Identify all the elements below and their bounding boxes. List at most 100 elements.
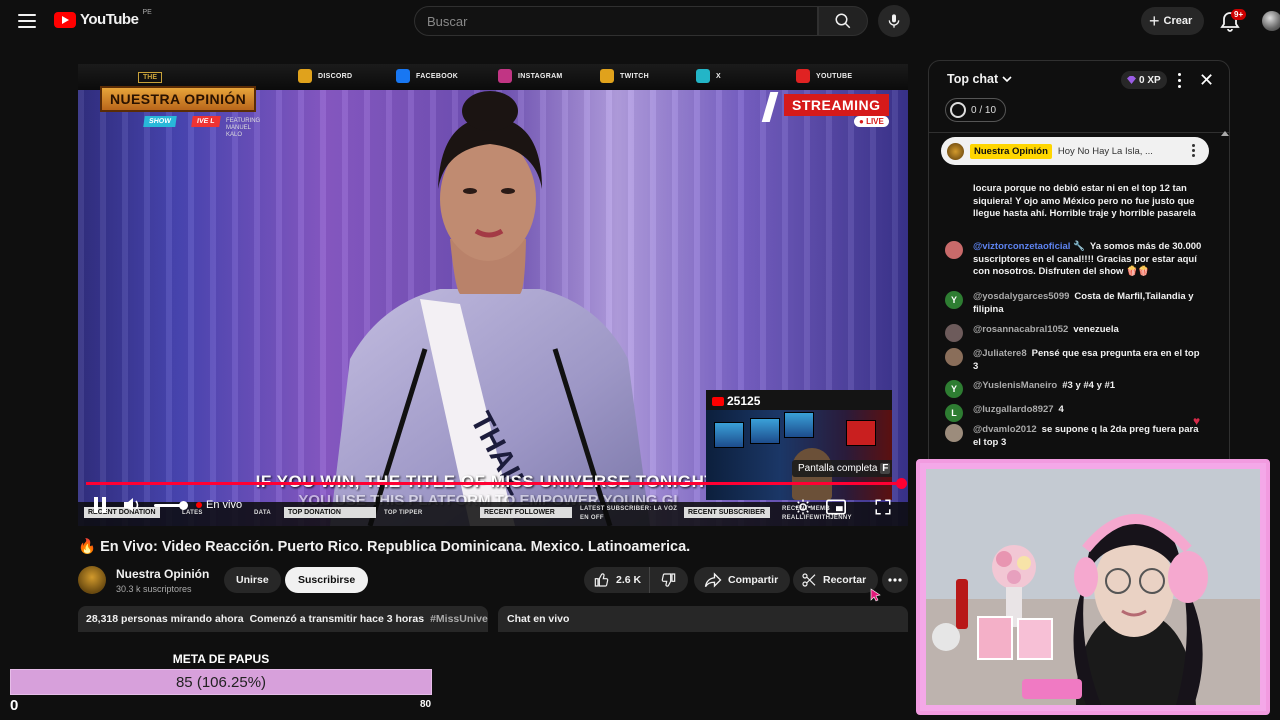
goal-value: 85 (106.25%) [175,673,267,691]
chat-author-name[interactable]: @Juliatere8 [973,348,1027,359]
chat-message[interactable]: L @luzgallardo8927 4 [945,404,1205,422]
hashtag[interactable]: #MissUniverse [430,613,488,625]
chat-author-name[interactable]: @viztorconzetaoficial 🔧 [973,241,1085,252]
chat-message-text: locura porque no debió estar ni en el to… [973,183,1196,219]
goal-progress-bar: 85 (106.25%) [10,669,432,695]
chat-author-name[interactable]: @rosannacabral1052 [973,324,1068,335]
menu-icon[interactable] [16,12,38,30]
scroll-up-icon[interactable] [1221,131,1229,136]
chat-message[interactable]: Y @yosdalygarces5099 Costa de Marfil,Taila… [945,291,1205,316]
show-logo: THE NUESTRA OPINIÓN SHOW IVE L FEATURING… [100,72,260,138]
chat-author-name[interactable]: @dvamlo2012 [973,424,1037,435]
goal-max-label: 80 [420,699,432,710]
player-controls-right [794,498,892,516]
goal-min-label: 0 [10,697,19,714]
miniplayer-icon[interactable] [826,498,846,516]
pinned-avatar [947,142,964,160]
pinned-options-icon[interactable] [1192,144,1195,157]
volume-icon [124,498,139,512]
scissors-icon [802,573,816,587]
chat-options-icon[interactable] [1173,71,1185,89]
x-icon [696,69,710,83]
social-instagram: INSTAGRAM [498,69,563,83]
live-chat-toggle[interactable]: Chat en vivo [498,606,908,632]
xp-badge[interactable]: 0 XP [1121,71,1167,89]
target-icon [950,102,966,118]
twitch-icon [600,69,614,83]
chat-message[interactable]: @viztorconzetaoficial 🔧 Ya somos más de 3… [945,241,1205,279]
share-icon [704,572,722,588]
instagram-icon [498,69,512,83]
chat-header: Top chat 0 XP ✕ 0 / 10 [929,61,1229,133]
logo-text: YouTube [80,11,139,28]
clip-button[interactable]: Recortar [793,567,879,593]
chat-message[interactable]: @rosannacabral1052 venezuela [945,324,1205,342]
share-button[interactable]: Compartir [694,567,791,593]
video-frame-contestant: THAIL [330,91,650,526]
search-box [414,6,818,36]
voice-search-button[interactable] [878,5,910,37]
chat-author-name[interactable]: @yosdalygarces5099 [973,291,1069,302]
streamer-webcam [916,459,1270,715]
live-indicator[interactable]: En vivo [196,499,242,511]
dislike-button[interactable] [650,567,686,593]
search-input[interactable] [427,13,805,29]
join-button[interactable]: Unirse [224,567,281,593]
social-youtube: YOUTUBE [796,69,852,83]
chevron-down-icon [1002,76,1012,83]
pinned-message[interactable]: Nuestra Opinión Hoy No Hay La Isla, ... [941,137,1209,165]
search-button[interactable] [818,6,868,36]
create-button[interactable]: + Crear [1141,7,1205,35]
more-actions-button[interactable] [882,567,908,593]
chat-message[interactable]: @Juliatere8 Pensé que esa pregunta era en… [945,348,1205,373]
viewer-count: 25125 [712,394,760,408]
more-horizontal-icon [888,578,902,582]
close-icon[interactable]: ✕ [1199,70,1214,91]
social-discord: DISCORD [298,69,352,83]
chat-message-text: venezuela [1073,324,1119,335]
chat-author-avatar: Y [945,380,963,398]
volume-button[interactable] [122,496,142,514]
chat-message[interactable]: locura porque no debió estar ni en el to… [945,183,1205,221]
chat-author-name[interactable]: @YuslenisManeiro [973,380,1057,391]
chat-message[interactable]: @dvamlo2012 se supone q la 2da preg fuera… [945,424,1205,449]
video-title: 🔥 En Vivo: Video Reacción. Puerto Rico. … [78,539,691,555]
channel-avatar[interactable] [78,566,106,594]
social-x: X [696,69,721,83]
search-icon [835,13,851,29]
progress-bar[interactable] [86,482,896,485]
pause-icon [94,497,106,513]
create-label: Crear [1163,15,1193,27]
fullscreen-icon[interactable] [874,498,892,516]
youtube-icon [712,396,724,406]
video-player[interactable]: THAIL DISCORD FACEBOOK INSTAGRAM TWITCH … [78,64,908,526]
chat-author-name[interactable]: @luzgallardo8927 [973,404,1054,415]
pause-button[interactable] [90,496,110,514]
social-twitch: TWITCH [600,69,649,83]
pinned-text: Hoy No Hay La Isla, ... [1057,145,1153,157]
facebook-icon [396,69,410,83]
description-box[interactable]: 28,318 personas mirando ahora Comenzó a … [78,606,488,632]
stream-started: Comenzó a transmitir hace 3 horas [249,613,425,625]
volume-slider[interactable] [154,500,188,510]
subscribe-button[interactable]: Suscribirse [285,567,369,593]
microphone-icon [888,14,900,28]
notifications-badge: 9+ [1231,9,1247,20]
youtube-logo[interactable]: YouTube PE [54,9,152,28]
chat-message[interactable]: Y @YuslenisManeiro #3 y #4 y #1 [945,380,1205,398]
account-avatar[interactable] [1262,11,1280,31]
channel-name[interactable]: Nuestra Opinión [116,567,209,581]
chat-progress-pill[interactable]: 0 / 10 [945,98,1007,122]
chat-mode-dropdown[interactable]: Top chat [947,72,1012,86]
like-button[interactable]: 2.6 K [584,567,651,593]
settings-icon[interactable] [794,498,812,516]
subscriber-count: 30.3 k suscriptores [116,584,192,594]
like-dislike-group: 2.6 K [584,567,688,593]
heart-icon: ♥ [1193,414,1201,428]
youtube-play-icon [54,11,76,28]
progress-scrubber[interactable] [896,478,907,489]
discord-icon [298,69,312,83]
mouse-cursor-icon [870,588,881,602]
top-bar: YouTube PE + Crear 9+ [0,0,1280,44]
chat-author-avatar [945,324,963,342]
